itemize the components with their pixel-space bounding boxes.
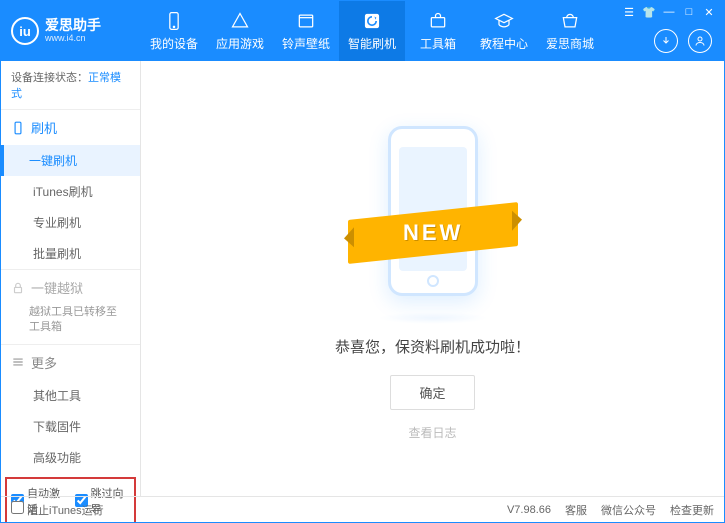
nav-smart-flash[interactable]: 智能刷机 — [339, 1, 405, 61]
nav-ringtone-wallpaper[interactable]: 铃声壁纸 — [273, 1, 339, 61]
sidebar-item-pro-flash[interactable]: 专业刷机 — [29, 207, 140, 238]
customer-service-link[interactable]: 客服 — [565, 502, 587, 518]
app-url: www.i4.cn — [45, 34, 101, 44]
sidebar-section-more[interactable]: 更多 — [1, 345, 140, 380]
app-name: 爱思助手 — [45, 18, 101, 33]
jailbreak-note: 越狱工具已转移至 工具箱 — [1, 305, 140, 344]
check-update-link[interactable]: 检查更新 — [670, 502, 714, 518]
view-log-link[interactable]: 查看日志 — [408, 424, 456, 441]
new-ribbon: NEW — [348, 202, 518, 264]
close-icon[interactable]: ✕ — [700, 5, 718, 19]
sidebar-item-download-firmware[interactable]: 下载固件 — [29, 411, 140, 442]
sidebar-section-jailbreak[interactable]: 一键越狱 — [1, 270, 140, 305]
wallpaper-icon — [296, 11, 316, 31]
nav-tutorials[interactable]: 教程中心 — [471, 1, 537, 61]
wechat-link[interactable]: 微信公众号 — [601, 502, 656, 518]
connection-status: 设备连接状态：正常模式 — [1, 61, 140, 110]
nav-toolbox[interactable]: 工具箱 — [405, 1, 471, 61]
window-controls: ☰ 👕 — □ ✕ — [614, 1, 724, 23]
sidebar: 设备连接状态：正常模式 刷机 一键刷机 iTunes刷机 专业刷机 批量刷机 一… — [1, 61, 141, 496]
nav-apps-games[interactable]: 应用游戏 — [207, 1, 273, 61]
body: 设备连接状态：正常模式 刷机 一键刷机 iTunes刷机 专业刷机 批量刷机 一… — [1, 61, 724, 496]
tshirt-icon[interactable]: 👕 — [640, 5, 658, 19]
maximize-icon[interactable]: □ — [680, 5, 698, 19]
flash-icon — [362, 11, 382, 31]
nav-store[interactable]: 爱思商城 — [537, 1, 603, 61]
logo-icon: iu — [11, 17, 39, 45]
success-message: 恭喜您，保资料刷机成功啦！ — [335, 336, 530, 357]
download-button[interactable] — [654, 29, 678, 53]
main-nav: 我的设备 应用游戏 铃声壁纸 智能刷机 工具箱 教程中心 — [141, 1, 614, 61]
store-icon — [560, 11, 580, 31]
phone-illustration: NEW — [358, 116, 508, 316]
minimize-icon[interactable]: — — [660, 5, 678, 19]
titlebar: iu 爱思助手 www.i4.cn 我的设备 应用游戏 铃声壁纸 智能刷机 — [1, 1, 724, 61]
apps-icon — [230, 11, 250, 31]
sidebar-item-itunes-flash[interactable]: iTunes刷机 — [29, 176, 140, 207]
phone-icon — [164, 11, 184, 31]
nav-my-device[interactable]: 我的设备 — [141, 1, 207, 61]
statusbar: 阻止iTunes运行 V7.98.66 客服 微信公众号 检查更新 — [1, 496, 724, 522]
checkbox-block-itunes[interactable]: 阻止iTunes运行 — [11, 501, 104, 518]
sidebar-item-other-tools[interactable]: 其他工具 — [29, 380, 140, 411]
tutorial-icon — [494, 11, 514, 31]
menu-icon[interactable]: ☰ — [620, 5, 638, 19]
sidebar-item-onekey-flash[interactable]: 一键刷机 — [1, 145, 140, 176]
sidebar-item-batch-flash[interactable]: 批量刷机 — [29, 238, 140, 269]
user-button[interactable] — [688, 29, 712, 53]
app-window: iu 爱思助手 www.i4.cn 我的设备 应用游戏 铃声壁纸 智能刷机 — [0, 0, 725, 523]
phone-icon — [11, 121, 25, 135]
main-content: NEW 恭喜您，保资料刷机成功啦！ 确定 查看日志 — [141, 61, 724, 496]
version-label: V7.98.66 — [507, 504, 551, 516]
more-icon — [11, 355, 25, 369]
logo-area: iu 爱思助手 www.i4.cn — [1, 1, 141, 61]
sidebar-section-flash[interactable]: 刷机 — [1, 110, 140, 145]
lock-icon — [11, 281, 25, 295]
confirm-button[interactable]: 确定 — [390, 375, 474, 410]
toolbox-icon — [428, 11, 448, 31]
sidebar-item-advanced[interactable]: 高级功能 — [29, 442, 140, 473]
